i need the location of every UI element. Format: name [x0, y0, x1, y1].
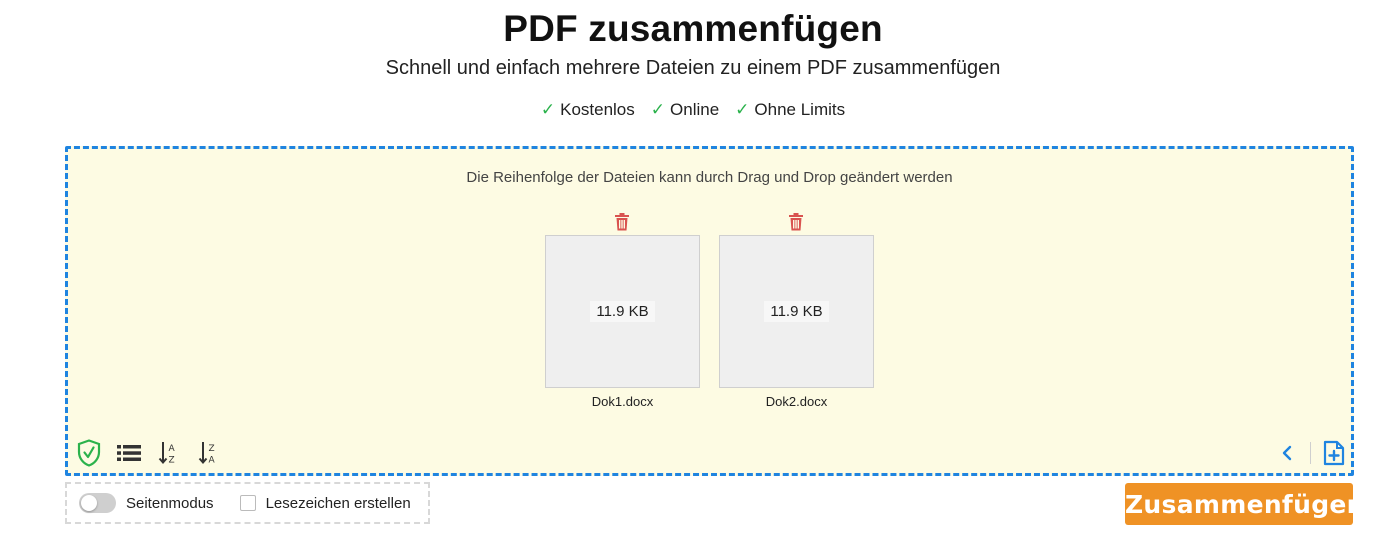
feature-list: ✓ Kostenlos ✓ Online ✓ Ohne Limits [0, 100, 1386, 120]
bookmarks-checkbox[interactable] [239, 495, 256, 511]
page-mode-toggle[interactable] [79, 493, 116, 513]
page-subtitle: Schnell und einfach mehrere Dateien zu e… [385, 57, 1001, 79]
shield-check-icon[interactable] [76, 439, 102, 467]
bookmarks-label: Lesezeichen erstellen [265, 494, 411, 512]
merge-options: Seitenmodus Lesezeichen erstellen [65, 482, 430, 524]
toolbar-divider [1310, 442, 1311, 464]
page-mode-label: Seitenmodus [126, 494, 214, 512]
svg-text:Z: Z [209, 444, 215, 454]
file-drop-zone[interactable]: Die Reihenfolge der Dateien kann durch D… [65, 146, 1354, 476]
list-view-icon[interactable] [116, 439, 142, 467]
svg-text:A: A [209, 456, 216, 466]
add-file-icon[interactable] [1321, 439, 1347, 467]
svg-text:A: A [169, 444, 176, 454]
file-size: 11.9 KB [590, 301, 655, 322]
sort-z-a-icon[interactable]: Z A [196, 439, 222, 467]
trash-icon[interactable] [614, 213, 630, 231]
check-icon: ✓ [650, 100, 666, 119]
feature-item: ✓ Ohne Limits [735, 100, 845, 120]
feature-label: Online [670, 100, 720, 119]
drag-drop-hint: Die Reihenfolge der Dateien kann durch D… [466, 169, 953, 186]
file-toolbar-right [1274, 439, 1347, 467]
file-thumbnail[interactable]: 11.9 KB [719, 235, 874, 388]
svg-text:Z: Z [169, 456, 175, 466]
sort-a-z-icon[interactable]: A Z [156, 439, 182, 467]
feature-label: Kostenlos [560, 100, 635, 119]
file-name: Dok1.docx [591, 394, 654, 409]
toggle-knob [81, 495, 97, 511]
file-name: Dok2.docx [765, 394, 828, 409]
file-size: 11.9 KB [764, 301, 829, 322]
check-icon: ✓ [735, 100, 750, 119]
merge-button[interactable]: Zusammenfügen [1125, 483, 1364, 525]
feature-item: ✓ Kostenlos [541, 100, 635, 120]
feature-item: ✓ Online [651, 100, 719, 120]
page-title: PDF zusammenfügen [503, 8, 883, 49]
feature-label: Ohne Limits [754, 100, 846, 119]
file-thumbnail[interactable]: 11.9 KB [545, 235, 700, 388]
file-toolbar: A Z Z A [76, 439, 222, 467]
chevron-left-icon[interactable] [1274, 439, 1300, 467]
trash-icon[interactable] [788, 213, 804, 231]
check-icon: ✓ [540, 100, 556, 119]
